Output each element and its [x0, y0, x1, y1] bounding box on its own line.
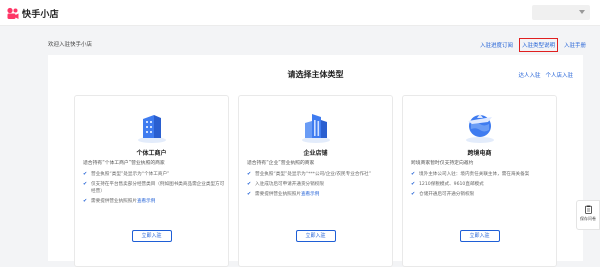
panel-links: 达人入驻 个人店入驻 — [518, 71, 573, 79]
card-enterprise-store: 企业店铺 适合持有“企业”营业执照的商家 ✔ 营业执照“类型”处显示为“***公司… — [238, 95, 393, 267]
check-icon: ✔ — [83, 181, 88, 187]
list-item: ✔ 仓储开通后可开通分销权限 — [411, 191, 475, 197]
list-item: ✔ 营业执照“类型”处显示为“***公司/企业/农民专业合作社” — [247, 171, 371, 177]
card-subtitle: 适合持有“个体工商户”营业执照的商家 — [83, 161, 165, 166]
top-links: 入驻进度订阅 入驻类型说明 入驻手册 — [478, 38, 588, 52]
card-individual-business: 个体工商户 适合持有“个体工商户”营业执照的商家 ✔ 营业执照“类型”处显示为“个… — [74, 95, 229, 267]
panel-title: 请选择主体类型 — [287, 70, 344, 79]
enterprise-store-icon — [301, 114, 330, 143]
check-icon: ✔ — [83, 171, 88, 177]
clipboard-icon — [584, 205, 592, 214]
link-progress-subscribe[interactable]: 入驻进度订阅 — [478, 39, 515, 51]
check-icon: ✔ — [247, 181, 252, 187]
card-title: 企业店铺 — [303, 150, 328, 157]
enter-now-button[interactable]: 立即入驻 — [131, 230, 172, 242]
card-subtitle: 跨境商家暂时仅支持定向邀约 — [411, 161, 474, 166]
check-icon: ✔ — [411, 191, 416, 197]
list-item: ✔ 境外主体公司入驻：境内责任关联主体，需在海关备案 — [411, 171, 530, 177]
card-cross-border: 跨境电商 跨境商家暂时仅支持定向邀约 ✔ 境外主体公司入驻：境内责任关联主体，需在… — [402, 95, 557, 267]
card-title: 个体工商户 — [136, 150, 167, 157]
cross-border-icon — [465, 114, 494, 143]
view-example-link[interactable]: 查看示例 — [301, 192, 319, 197]
link-entry-manual[interactable]: 入驻手册 — [562, 39, 588, 51]
check-icon: ✔ — [411, 171, 416, 177]
logo[interactable]: 快手小店 — [6, 6, 59, 20]
kuaishou-logo-icon — [7, 7, 19, 19]
list-item: ✔ 需要提供营业执照照片查看示例 — [247, 191, 320, 197]
list-item: ✔ 营业执照“类型”处显示为“个体工商户” — [83, 171, 170, 177]
subject-type-panel: 请选择主体类型 达人入驻 个人店入驻 个体工商户 适合持有“个体工商户”营业执照… — [48, 55, 583, 267]
top-bar: 快手小店 — [0, 0, 600, 26]
check-icon: ✔ — [411, 181, 416, 187]
card-subtitle: 适合持有“企业”营业执照的商家 — [247, 161, 315, 166]
card-requirements: ✔ 境外主体公司入驻：境内责任关联主体，需在海关备案 ✔ 1210保税模式、9610… — [411, 171, 553, 201]
user-menu[interactable] — [532, 5, 590, 20]
chevron-down-icon — [579, 10, 585, 14]
logo-text: 快手小店 — [22, 9, 59, 20]
check-icon: ✔ — [247, 171, 252, 177]
view-example-link[interactable]: 查看示例 — [137, 199, 155, 204]
link-personal-store-entry[interactable]: 个人店入驻 — [545, 71, 573, 79]
card-title: 跨境电商 — [467, 150, 492, 157]
card-requirements: ✔ 营业执照“类型”处显示为“个体工商户” ✔ 仅支持在平台售卖部分经营类目（例如图… — [83, 171, 225, 208]
individual-business-icon — [137, 115, 166, 143]
enter-now-button[interactable]: 立即入驻 — [295, 230, 336, 242]
list-item: ✔ 需要提供营业执照照片查看示例 — [83, 198, 156, 204]
side-questionnaire-widget[interactable]: 保存问卷 — [576, 200, 600, 230]
side-widget-label: 保存问卷 — [580, 216, 596, 221]
check-icon: ✔ — [83, 198, 88, 204]
link-entry-type-explanation[interactable]: 入驻类型说明 — [518, 38, 558, 52]
check-icon: ✔ — [247, 191, 252, 197]
welcome-text: 欢迎入驻快手小店 — [48, 42, 93, 48]
list-item: ✔ 1210保税模式、9610直邮模式 — [411, 181, 484, 187]
list-item: ✔ 入驻成功后可申请开通货分销权限 — [247, 181, 324, 187]
card-requirements: ✔ 营业执照“类型”处显示为“***公司/企业/农民专业合作社” ✔ 入驻成功后可申… — [247, 171, 389, 201]
list-item: ✔ 仅支持在平台售卖部分经营类目（例如图书类商品需企业类型方可经营） — [83, 181, 225, 194]
link-influencer-entry[interactable]: 达人入驻 — [518, 71, 540, 79]
enter-now-button[interactable]: 立即入驻 — [459, 230, 500, 242]
